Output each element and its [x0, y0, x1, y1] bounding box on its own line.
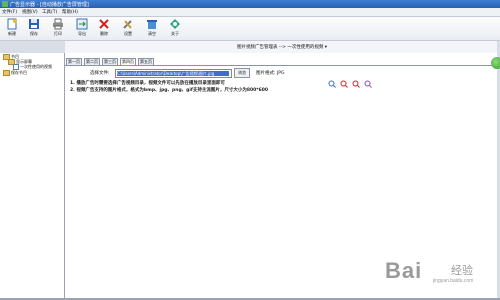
tree-panel: 节目 显示屏幕 一次性使用的视频 保存节目 [0, 53, 65, 298]
menu-tools[interactable]: 工具(T) [42, 9, 57, 15]
printer-icon [53, 18, 63, 30]
tip-line-2: 2. 视频广告支持的图片格式，格式为bmp、jpg、png、gif支持主流图片，… [70, 88, 269, 93]
menu-view[interactable]: 视图(V) [22, 9, 38, 15]
zoom-out-icon[interactable] [340, 80, 348, 88]
file-path-input[interactable]: C:\Users\Administrator\Desktop\广告视频\图片.j… [115, 69, 232, 78]
header-title: 图片视频广告管理表 --> 一次性使用的视频 ▾ [237, 45, 328, 50]
file-label: 选择文件: [90, 71, 110, 76]
zoom-in-icon[interactable] [328, 80, 336, 88]
about-button[interactable]: 关于 [166, 18, 184, 40]
clear-icon [147, 20, 157, 29]
delete-label: 删除 [100, 31, 108, 36]
menu-file[interactable]: 文件(F) [2, 9, 17, 15]
about-icon [170, 19, 180, 29]
export-icon [76, 18, 88, 30]
new-icon [7, 18, 17, 30]
export-label: 导出 [78, 31, 86, 36]
tree-item-saved[interactable]: 保存节目 [3, 70, 27, 76]
settings-icon [123, 20, 132, 29]
app-icon [2, 1, 8, 7]
browse-button[interactable]: 浏览 [234, 68, 250, 78]
delete-icon [99, 19, 109, 29]
tip-line-1: 1. 播放广告时需要选择广告视频目录，视频文件可以先放在播放目录里面即可 [70, 81, 225, 86]
toolbar: 新建 保存 打印 导出 删除 设置 清空 关于 [0, 17, 500, 41]
menu-help[interactable]: 帮助(H) [62, 9, 78, 15]
print-label: 打印 [54, 31, 62, 36]
new-label: 新建 [8, 31, 16, 36]
save-button[interactable]: 保存 [25, 18, 43, 40]
folder-icon [3, 70, 10, 76]
clear-button[interactable]: 清空 [143, 18, 161, 40]
tree-item-video-label: 一次性使用的视频 [20, 64, 52, 69]
clear-label: 清空 [148, 31, 156, 36]
save-icon [29, 19, 39, 29]
new-button[interactable]: 新建 [3, 18, 21, 40]
tree-item-saved-label: 保存节目 [11, 70, 27, 75]
export-button[interactable]: 导出 [73, 18, 91, 40]
title-bar: 广告显示器 - [自动播放广告屏管理] [0, 0, 500, 8]
float-ball-icon[interactable] [491, 57, 500, 69]
file-path-value: C:\Users\Administrator\Desktop\广告视频\图片.j… [117, 71, 229, 76]
about-label: 关于 [171, 31, 179, 36]
settings-button[interactable]: 设置 [119, 18, 137, 40]
save-label: 保存 [30, 31, 38, 36]
delete-button[interactable]: 删除 [95, 18, 113, 40]
window-title: 广告显示器 - [自动播放广告屏管理] [10, 2, 89, 8]
zoom-reset-icon[interactable] [364, 80, 372, 88]
zoom-fit-icon[interactable] [352, 80, 360, 88]
watermark: Bai 经验 jingyan.baidu.com [385, 258, 474, 284]
settings-label: 设置 [124, 31, 132, 36]
print-button[interactable]: 打印 [49, 18, 67, 40]
format-label: 图片格式: JPG [256, 71, 285, 76]
menu-bar: 文件(F) 视图(V) 工具(T) 帮助(H) [0, 8, 500, 17]
